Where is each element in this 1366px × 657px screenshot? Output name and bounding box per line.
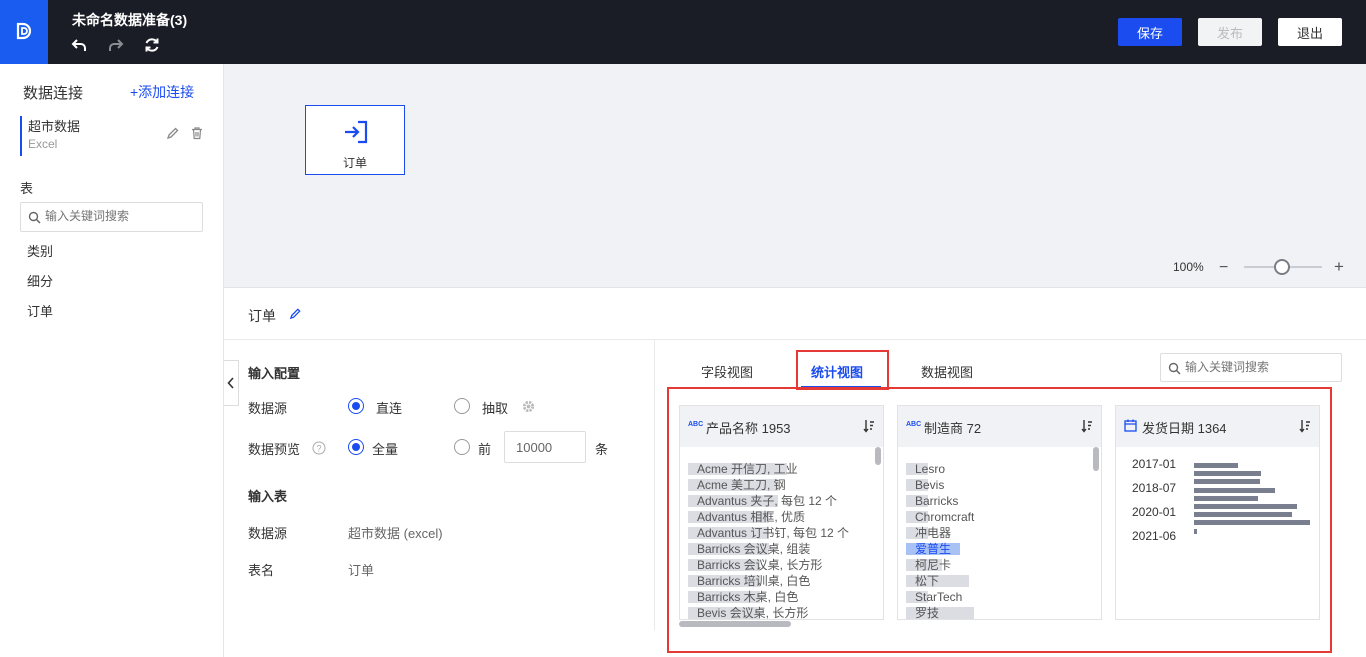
svg-text:?: ? bbox=[316, 444, 321, 454]
field-search-input[interactable] bbox=[1185, 360, 1335, 374]
radio-front[interactable] bbox=[454, 439, 470, 455]
table-search-box bbox=[20, 202, 203, 232]
top-header: 未命名数据准备(3) 保存 发布 退出 bbox=[0, 0, 1366, 64]
delete-icon[interactable] bbox=[190, 126, 204, 140]
zoom-in-button[interactable]: + bbox=[1334, 257, 1344, 277]
radio-full[interactable] bbox=[348, 439, 364, 455]
zoom-level: 100% bbox=[1173, 260, 1204, 274]
exit-button[interactable]: 退出 bbox=[1278, 18, 1342, 46]
save-button[interactable]: 保存 bbox=[1118, 18, 1182, 46]
input-config-title: 输入配置 bbox=[248, 366, 301, 381]
edit-title-icon[interactable] bbox=[289, 307, 302, 320]
node-label: 订单 bbox=[342, 156, 367, 170]
unit-label: 条 bbox=[595, 442, 609, 457]
table-name-label: 表名 bbox=[248, 563, 275, 578]
collapse-panel-button[interactable] bbox=[224, 360, 239, 406]
ds-label: 数据源 bbox=[248, 526, 288, 541]
radio-direct[interactable] bbox=[348, 398, 364, 414]
tab-data-view[interactable]: 数据视图 bbox=[921, 362, 973, 381]
panel-vertical-divider bbox=[654, 340, 655, 630]
highlight-box-cards bbox=[667, 387, 1332, 653]
logo-icon bbox=[16, 22, 32, 40]
flow-canvas[interactable]: 订单 100% − + bbox=[224, 64, 1366, 288]
radio-direct-label: 直连 bbox=[376, 401, 403, 416]
connection-item[interactable]: 超市数据 Excel bbox=[20, 116, 206, 156]
preview-label: 数据预览 bbox=[248, 442, 301, 457]
ds-value: 超市数据 (excel) bbox=[348, 526, 443, 541]
node-title: 订单 bbox=[248, 308, 276, 324]
input-node-orders[interactable]: 订单 bbox=[305, 105, 405, 175]
connection-type: Excel bbox=[28, 137, 58, 151]
data-connection-title: 数据连接 bbox=[23, 85, 84, 102]
help-icon[interactable]: ? bbox=[312, 441, 326, 455]
search-icon bbox=[1168, 362, 1181, 375]
table-item-category[interactable]: 类别 bbox=[27, 241, 53, 260]
edit-icon[interactable] bbox=[166, 126, 180, 140]
radio-extract[interactable] bbox=[454, 398, 470, 414]
left-sidebar: 数据连接 +添加连接 超市数据 Excel 表 类别 细分 订单 bbox=[0, 64, 224, 657]
app-logo bbox=[0, 0, 48, 64]
highlight-box-tab bbox=[796, 350, 889, 390]
zoom-out-button[interactable]: − bbox=[1219, 259, 1228, 277]
refresh-icon[interactable] bbox=[143, 36, 161, 54]
connection-name: 超市数据 bbox=[28, 119, 81, 134]
field-search-box bbox=[1160, 353, 1342, 382]
input-table-title: 输入表 bbox=[248, 489, 288, 504]
search-icon bbox=[28, 211, 41, 224]
radio-front-label: 前 bbox=[478, 442, 492, 457]
input-icon bbox=[345, 120, 368, 144]
row-count-input[interactable] bbox=[504, 431, 586, 463]
tab-field-view[interactable]: 字段视图 bbox=[701, 362, 753, 381]
table-item-segment[interactable]: 细分 bbox=[27, 271, 53, 290]
zoom-slider-handle[interactable] bbox=[1274, 259, 1290, 275]
radio-extract-label: 抽取 bbox=[482, 401, 509, 416]
chevron-left-icon bbox=[227, 377, 234, 389]
radio-full-label: 全量 bbox=[372, 442, 399, 457]
table-name-value: 订单 bbox=[348, 563, 375, 578]
gear-icon[interactable] bbox=[521, 399, 536, 414]
datasource-label: 数据源 bbox=[248, 401, 288, 416]
panel-divider bbox=[224, 339, 1366, 340]
undo-icon[interactable] bbox=[70, 36, 88, 54]
table-item-orders[interactable]: 订单 bbox=[27, 301, 53, 320]
table-search-input[interactable] bbox=[45, 209, 195, 223]
tables-section-title: 表 bbox=[20, 181, 34, 196]
add-connection-button[interactable]: +添加连接 bbox=[130, 82, 194, 102]
page-title: 未命名数据准备(3) bbox=[72, 12, 188, 28]
redo-icon[interactable] bbox=[107, 36, 125, 54]
publish-button[interactable]: 发布 bbox=[1198, 18, 1262, 46]
